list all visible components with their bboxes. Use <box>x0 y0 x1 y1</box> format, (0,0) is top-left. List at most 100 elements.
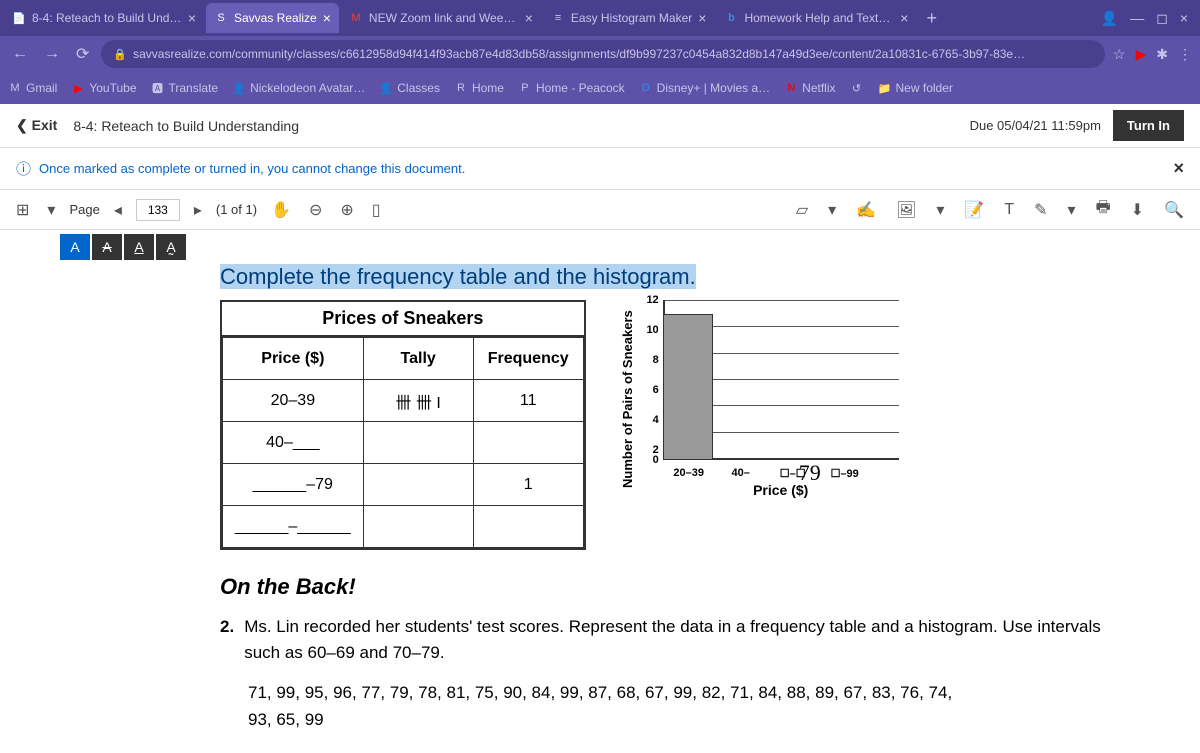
signature-icon[interactable]: ✍ <box>852 196 880 224</box>
warning-banner: ⓘ Once marked as complete or turned in, … <box>0 148 1200 190</box>
strikethrough-button[interactable]: A <box>92 234 122 260</box>
draw-icon[interactable]: ✎ <box>1030 196 1051 224</box>
chevron-down-icon[interactable]: ▾ <box>43 196 59 224</box>
close-icon[interactable]: × <box>323 10 331 26</box>
tab-title: NEW Zoom link and Week 4 - <box>369 11 519 25</box>
bookmark-netflix[interactable]: NNetflix <box>784 81 835 95</box>
tab-title: 8-4: Reteach to Build Understa <box>32 11 182 25</box>
chevron-down-icon[interactable]: ▾ <box>1064 196 1080 224</box>
browser-tab[interactable]: M NEW Zoom link and Week 4 - × <box>341 3 541 33</box>
bookmark-youtube[interactable]: ▶YouTube <box>71 81 136 95</box>
bookmark-gmail[interactable]: MGmail <box>8 81 57 95</box>
text-button[interactable]: A <box>60 234 90 260</box>
bookmark-nickelodeon[interactable]: 👤Nickelodeon Avatar… <box>232 81 365 95</box>
puzzle-icon[interactable]: ✱ <box>1156 46 1168 63</box>
question-text: Ms. Lin recorded her students' test scor… <box>244 614 1140 665</box>
print-icon[interactable]: 🖶 <box>1092 192 1115 227</box>
window-controls: 👤 — ◻ × <box>1101 10 1196 27</box>
classes-icon: 👤 <box>379 81 393 95</box>
tab-title: Easy Histogram Maker <box>571 11 692 25</box>
nick-icon: 👤 <box>232 81 246 95</box>
tab-title: Homework Help and Textboo <box>744 11 894 25</box>
search-icon[interactable]: 🔍 <box>1160 196 1188 224</box>
x-axis-label: Price ($) <box>663 482 899 498</box>
close-window-icon[interactable]: × <box>1180 10 1188 27</box>
table-row: 20–39 卌 卌 I 11 <box>223 380 584 422</box>
close-icon[interactable]: × <box>188 10 196 26</box>
handwritten-answer: 79 <box>799 460 821 486</box>
note-icon[interactable]: 📝 <box>960 196 988 224</box>
extension-icon[interactable]: ▶ <box>1135 46 1146 63</box>
gmail-icon: M <box>8 81 22 95</box>
page-input[interactable] <box>136 199 180 221</box>
close-icon[interactable]: × <box>698 10 706 26</box>
bookmark-home[interactable]: RHome <box>454 81 504 95</box>
x-tick: 20–39 <box>663 467 715 480</box>
browser-tab[interactable]: 📄 8-4: Reteach to Build Understa × <box>4 3 204 33</box>
bookmark-history[interactable]: ↺ <box>850 81 864 95</box>
instruction-text[interactable]: Complete the frequency table and the his… <box>220 264 696 289</box>
data-list: 71, 99, 95, 96, 77, 79, 78, 81, 75, 90, … <box>248 679 968 733</box>
underline-button[interactable]: A <box>124 234 154 260</box>
new-tab-button[interactable]: + <box>918 8 945 29</box>
warning-text: Once marked as complete or turned in, yo… <box>39 161 465 176</box>
frequency-table: Prices of Sneakers Price ($) Tally Frequ… <box>220 300 586 550</box>
minimize-icon[interactable]: — <box>1130 10 1144 27</box>
x-tick: 40– <box>715 467 767 480</box>
youtube-icon: ▶ <box>71 81 85 95</box>
download-icon[interactable]: ⬇ <box>1127 196 1148 224</box>
bookmark-folder[interactable]: 📁New folder <box>878 81 953 95</box>
next-page-icon[interactable]: ▸ <box>190 196 206 224</box>
browser-tab[interactable]: b Homework Help and Textboo × <box>716 3 916 33</box>
browser-tab[interactable]: ≡ Easy Histogram Maker × <box>543 3 715 33</box>
col-header: Frequency <box>473 338 583 380</box>
x-tick: ☐–99 <box>819 467 871 480</box>
chevron-down-icon[interactable]: ▾ <box>932 196 948 224</box>
maximize-icon[interactable]: ◻ <box>1156 10 1168 27</box>
image-icon[interactable]: 🖼 <box>892 196 920 224</box>
translate-icon: 🅰 <box>151 81 165 95</box>
exit-button[interactable]: ❮ Exit <box>16 117 57 134</box>
close-icon[interactable]: × <box>525 10 533 26</box>
reload-button[interactable]: ⟳ <box>72 40 93 68</box>
fit-page-icon[interactable]: ▯ <box>368 196 385 224</box>
forward-button[interactable]: → <box>40 41 64 67</box>
lock-icon: 🔒 <box>113 48 127 61</box>
url-input[interactable]: 🔒 savvasrealize.com/community/classes/c6… <box>101 40 1105 68</box>
zoom-in-icon[interactable]: ⊕ <box>336 196 357 224</box>
y-tick: 10 <box>639 324 659 336</box>
netflix-icon: N <box>784 81 798 95</box>
bookmark-disney[interactable]: DDisney+ | Movies a… <box>639 81 771 95</box>
bookmark-peacock[interactable]: PHome - Peacock <box>518 81 625 95</box>
page-label: Page <box>69 202 99 217</box>
zoom-out-icon[interactable]: ⊖ <box>305 196 326 224</box>
menu-icon[interactable]: ⋮ <box>1178 46 1192 63</box>
chevron-down-icon[interactable]: ▾ <box>824 196 840 224</box>
star-icon[interactable]: ☆ <box>1113 46 1126 63</box>
text-icon[interactable]: T <box>1000 197 1018 223</box>
hand-icon[interactable]: ✋ <box>267 196 295 224</box>
tab-favicon: M <box>349 11 363 25</box>
tab-favicon: b <box>724 11 738 25</box>
page-total: (1 of 1) <box>216 202 257 217</box>
close-icon[interactable]: × <box>1173 158 1184 179</box>
bookmark-translate[interactable]: 🅰Translate <box>151 81 219 95</box>
y-tick: 8 <box>639 354 659 366</box>
text-format-toolbar: A A A A̰ <box>0 230 1200 264</box>
back-button[interactable]: ← <box>8 41 32 67</box>
prev-page-icon[interactable]: ◂ <box>110 196 126 224</box>
table-title: Prices of Sneakers <box>222 302 584 337</box>
question-number: 2. <box>220 614 234 665</box>
browser-tab[interactable]: S Savvas Realize × <box>206 3 339 33</box>
thumbnails-icon[interactable]: ⊞ <box>12 196 33 224</box>
account-icon[interactable]: 👤 <box>1101 10 1118 27</box>
bar <box>663 314 713 460</box>
close-icon[interactable]: × <box>900 10 908 26</box>
bookmark-classes[interactable]: 👤Classes <box>379 81 440 95</box>
folder-icon: 📁 <box>878 81 892 95</box>
table-row: ______–79 1 <box>223 464 584 506</box>
highlight-icon[interactable]: ▱ <box>792 196 812 224</box>
squiggle-button[interactable]: A̰ <box>156 234 186 260</box>
peacock-icon: P <box>518 81 532 95</box>
turn-in-button[interactable]: Turn In <box>1113 110 1184 141</box>
